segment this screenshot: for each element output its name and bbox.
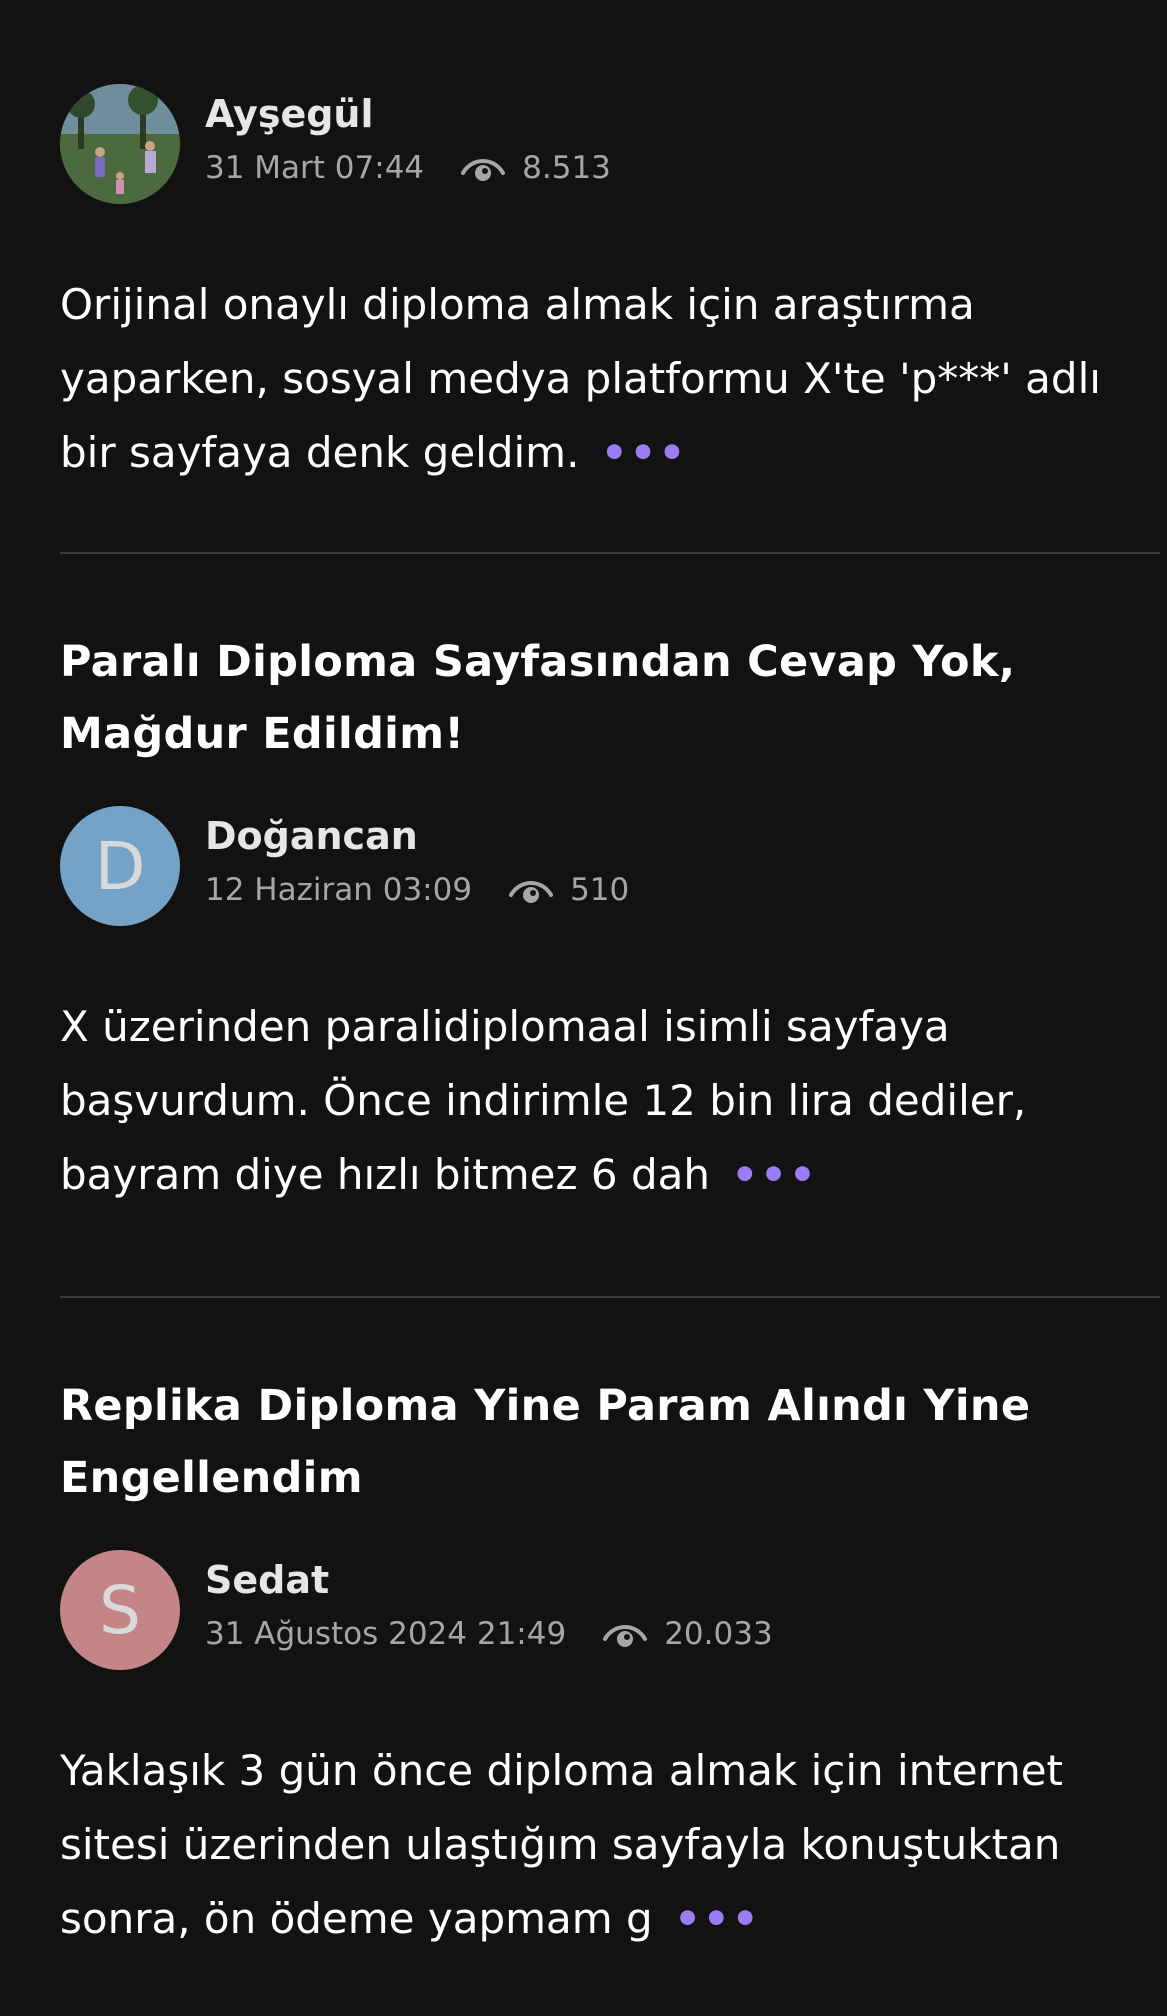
author-name[interactable]: Sedat bbox=[205, 1558, 329, 1602]
complaint-card[interactable]: Ayşegül 31 Mart 07:44 8.513 Orijinal ona… bbox=[60, 84, 1160, 490]
eye-icon bbox=[461, 159, 506, 181]
avatar-initial: D bbox=[94, 827, 146, 905]
post-excerpt-text: Orijinal onaylı diploma almak için araşt… bbox=[60, 280, 1101, 477]
post-date: 31 Ağustos 2024 21:49 bbox=[205, 1616, 567, 1652]
post-excerpt[interactable]: Yaklaşık 3 gün önce diploma almak için i… bbox=[60, 1734, 1120, 1956]
author-name[interactable]: Doğancan bbox=[205, 814, 418, 858]
more-button[interactable]: ••• bbox=[731, 1150, 818, 1199]
post-date: 12 Haziran 03:09 bbox=[205, 872, 473, 908]
complaint-card[interactable]: Replika Diploma Yine Param Alındı Yine E… bbox=[60, 1370, 1160, 1956]
post-excerpt-text: X üzerinden paralidiplomaal isimli sayfa… bbox=[60, 1002, 1027, 1199]
view-count: 510 bbox=[570, 872, 630, 908]
post-date: 31 Mart 07:44 bbox=[205, 150, 425, 186]
author-row: D Doğancan 12 Haziran 03:09 510 bbox=[60, 806, 1160, 928]
avatar-photo bbox=[60, 84, 180, 204]
view-count: 20.033 bbox=[664, 1616, 773, 1652]
author-row: Ayşegül 31 Mart 07:44 8.513 bbox=[60, 84, 1160, 206]
eye-icon bbox=[603, 1625, 648, 1647]
post-meta: 31 Ağustos 2024 21:49 20.033 bbox=[205, 1616, 773, 1652]
more-button[interactable]: ••• bbox=[601, 428, 688, 477]
post-meta: 12 Haziran 03:09 510 bbox=[205, 872, 629, 908]
post-excerpt-text: Yaklaşık 3 gün önce diploma almak için i… bbox=[60, 1746, 1064, 1943]
avatar[interactable] bbox=[60, 84, 180, 204]
divider bbox=[60, 552, 1160, 554]
divider bbox=[60, 1296, 1160, 1298]
post-meta: 31 Mart 07:44 8.513 bbox=[205, 150, 611, 186]
eye-icon bbox=[509, 881, 554, 903]
avatar[interactable]: D bbox=[60, 806, 180, 926]
more-button[interactable]: ••• bbox=[674, 1894, 761, 1943]
view-count: 8.513 bbox=[522, 150, 611, 186]
post-title[interactable]: Replika Diploma Yine Param Alındı Yine E… bbox=[60, 1370, 1100, 1514]
post-excerpt[interactable]: Orijinal onaylı diploma almak için araşt… bbox=[60, 268, 1120, 490]
author-name[interactable]: Ayşegül bbox=[205, 92, 374, 136]
avatar-initial: S bbox=[99, 1571, 141, 1649]
post-title[interactable]: Paralı Diploma Sayfasından Cevap Yok, Ma… bbox=[60, 626, 1100, 770]
avatar[interactable]: S bbox=[60, 1550, 180, 1670]
author-row: S Sedat 31 Ağustos 2024 21:49 20.033 bbox=[60, 1550, 1160, 1672]
complaint-card[interactable]: Paralı Diploma Sayfasından Cevap Yok, Ma… bbox=[60, 626, 1160, 1212]
post-excerpt[interactable]: X üzerinden paralidiplomaal isimli sayfa… bbox=[60, 990, 1120, 1212]
